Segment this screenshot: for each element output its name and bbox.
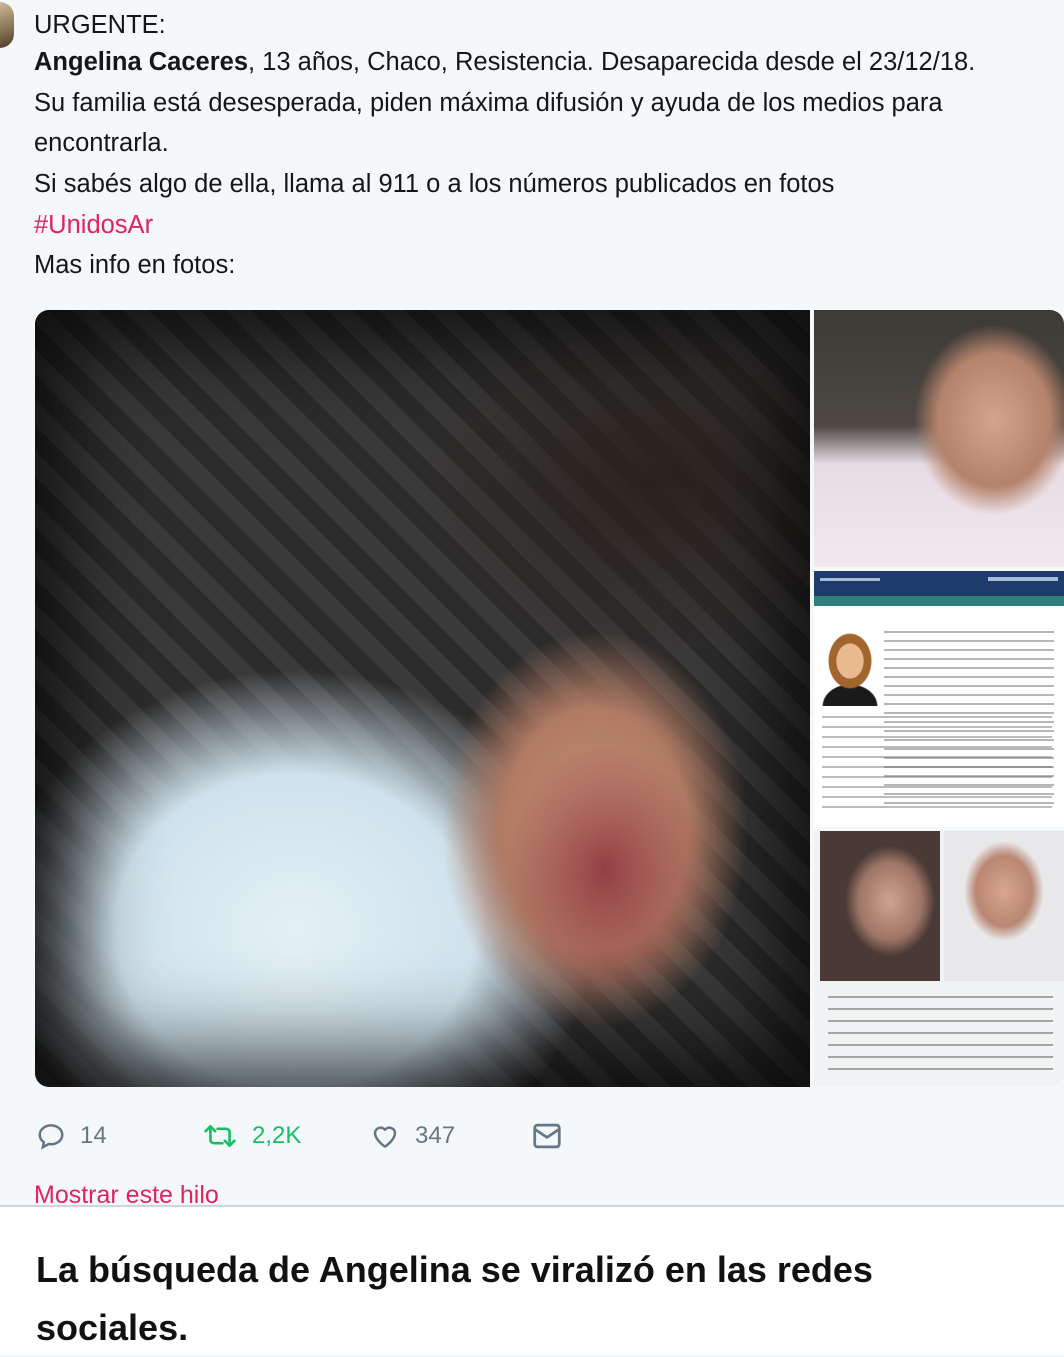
retweet-icon bbox=[202, 1121, 238, 1151]
reply-count: 14 bbox=[80, 1122, 107, 1149]
tweet-line-1: Angelina Caceres, 13 años, Chaco, Resist… bbox=[34, 42, 1059, 83]
tweet-card: URGENTE: Angelina Caceres, 13 años, Chac… bbox=[0, 0, 1064, 1209]
like-icon bbox=[369, 1121, 401, 1151]
tweet-line-2: Su familia está desesperada, piden máxim… bbox=[34, 88, 943, 117]
hashtag-link[interactable]: #UnidosAr bbox=[34, 205, 1059, 246]
reply-icon bbox=[36, 1121, 66, 1151]
tweet-line-4: Si sabés algo de ella, llama al 911 o a … bbox=[34, 170, 835, 199]
tweet-line-3: encontrarla. bbox=[34, 129, 169, 158]
caption-text: La búsqueda de Angelina se viralizó en l… bbox=[36, 1249, 873, 1348]
retweet-count: 2,2K bbox=[252, 1122, 302, 1149]
flyer-text-lines bbox=[828, 996, 1053, 1076]
thumbnail-flyer[interactable] bbox=[814, 831, 1064, 1087]
document-band bbox=[814, 596, 1064, 606]
like-count: 347 bbox=[415, 1122, 456, 1149]
flyer-photo-1 bbox=[820, 831, 940, 981]
caption-box: La búsqueda de Angelina se viralizó en l… bbox=[0, 1205, 1064, 1355]
person-silhouette-icon bbox=[820, 631, 878, 706]
like-button[interactable]: 347 bbox=[369, 1114, 455, 1158]
missing-person-name: Angelina Caceres bbox=[34, 48, 249, 76]
tweet-heading: URGENTE: bbox=[34, 11, 166, 39]
document-text-lines-lower bbox=[822, 716, 1052, 811]
thumbnail-document[interactable] bbox=[814, 571, 1064, 827]
reply-button[interactable]: 14 bbox=[36, 1114, 107, 1158]
direct-message-button[interactable] bbox=[530, 1114, 564, 1158]
tweet-line-1-rest: , 13 años, Chaco, Resistencia. Desaparec… bbox=[248, 48, 976, 76]
photo-thumbnails bbox=[814, 310, 1064, 1087]
flyer-photo-2 bbox=[944, 831, 1064, 981]
avatar[interactable] bbox=[0, 2, 14, 48]
tweet-media bbox=[35, 310, 1064, 1087]
document-header bbox=[814, 571, 1064, 596]
thumbnail-photo-1[interactable] bbox=[814, 310, 1064, 567]
tweet-text: URGENTE: Angelina Caceres, 13 años, Chac… bbox=[34, 8, 1059, 286]
message-icon bbox=[530, 1121, 564, 1151]
main-photo[interactable] bbox=[35, 310, 810, 1087]
tweet-actions: 14 2,2K 347 bbox=[36, 1114, 736, 1158]
tweet-line-6: Mas info en fotos: bbox=[34, 251, 236, 280]
retweet-button[interactable]: 2,2K bbox=[202, 1114, 301, 1158]
